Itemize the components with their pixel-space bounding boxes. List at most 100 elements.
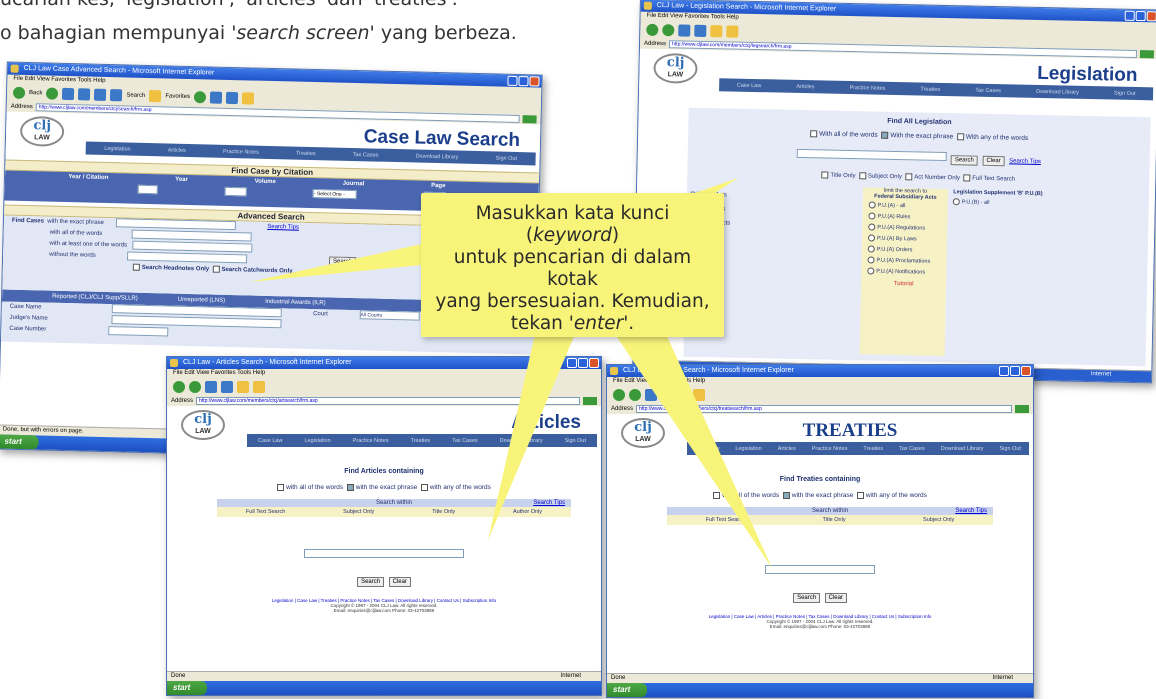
full-text-checkbox[interactable] xyxy=(963,174,971,182)
articles-search-input[interactable] xyxy=(304,549,464,559)
articles-clear-button[interactable]: Clear xyxy=(388,577,411,588)
case-search-button[interactable]: Search xyxy=(328,256,357,268)
search-within-option[interactable]: Author Only xyxy=(513,509,542,515)
radio-icon[interactable] xyxy=(867,267,875,275)
legislation-search-input[interactable] xyxy=(796,149,947,162)
folder-icon[interactable] xyxy=(241,92,255,105)
minimize-button[interactable] xyxy=(507,75,518,86)
case-number-input[interactable] xyxy=(108,326,169,337)
reported-option[interactable]: Reported (CLJ/CLJ Supp/SLLR) xyxy=(52,294,138,302)
treaties-clear-button[interactable]: Clear xyxy=(824,593,847,604)
mail-icon[interactable] xyxy=(209,91,223,104)
search-within-option[interactable]: Full Text Search xyxy=(246,509,285,515)
opt-any-checkbox[interactable] xyxy=(420,484,428,491)
subject-only-checkbox[interactable] xyxy=(858,172,866,180)
nav-link[interactable]: Case Law xyxy=(258,438,282,444)
headnotes-checkbox[interactable] xyxy=(132,263,140,271)
search-within-option[interactable]: Title Only xyxy=(823,517,846,523)
folder-icon[interactable] xyxy=(693,389,705,401)
maximize-button[interactable] xyxy=(1010,366,1020,376)
nav-link[interactable]: Sign Out xyxy=(496,155,518,162)
treaties-search-button[interactable]: Search xyxy=(793,593,821,604)
nav-link[interactable]: Tax Cases xyxy=(353,151,379,158)
at-least-one-input[interactable] xyxy=(132,240,253,253)
nav-link[interactable]: Sign Out xyxy=(565,438,586,444)
go-button[interactable] xyxy=(1015,405,1029,413)
folder-icon[interactable] xyxy=(253,381,265,393)
back-icon[interactable] xyxy=(173,381,185,393)
nav-link[interactable]: Treaties xyxy=(920,86,940,92)
opt-any-checkbox[interactable] xyxy=(856,492,864,499)
nav-link[interactable]: Download Library xyxy=(1036,88,1079,95)
nav-link[interactable]: Practice Notes xyxy=(353,438,389,444)
nav-link[interactable]: Legislation xyxy=(104,145,130,152)
nav-link[interactable]: Tax Cases xyxy=(975,87,1001,94)
nav-link[interactable]: Tax Cases xyxy=(899,446,925,452)
media-icon[interactable] xyxy=(193,91,207,104)
journal-select[interactable]: - Select One - xyxy=(312,189,358,200)
legislation-search-button[interactable]: Search xyxy=(950,155,979,166)
start-button[interactable]: start xyxy=(167,681,207,695)
radio-icon[interactable] xyxy=(868,212,876,220)
forward-icon[interactable] xyxy=(629,389,641,401)
act-number-checkbox[interactable] xyxy=(905,173,913,181)
catchwords-checkbox[interactable] xyxy=(212,265,220,273)
year-input[interactable] xyxy=(137,184,159,195)
opt-all-checkbox[interactable] xyxy=(277,484,285,491)
treaties-address-input[interactable]: http://www.cljlaw.com/members/ctcj/treat… xyxy=(636,405,1012,413)
nav-link[interactable]: Treaties xyxy=(410,438,430,444)
radio-icon[interactable] xyxy=(867,245,875,253)
refresh-icon[interactable] xyxy=(661,389,673,401)
refresh-icon[interactable] xyxy=(221,381,233,393)
search-within-option[interactable]: Subject Only xyxy=(343,509,374,515)
close-button[interactable] xyxy=(1021,366,1031,376)
stop-icon[interactable] xyxy=(645,389,657,401)
nav-link[interactable]: Treaties xyxy=(863,446,883,452)
without-input[interactable] xyxy=(127,251,248,264)
folder-icon[interactable] xyxy=(726,25,739,38)
radio-icon[interactable] xyxy=(868,223,876,231)
minimize-button[interactable] xyxy=(1124,10,1135,21)
tutorial-link[interactable]: Tutorial xyxy=(861,280,946,288)
nav-link[interactable]: Articles xyxy=(796,83,814,89)
print-icon[interactable] xyxy=(225,91,239,105)
favorites-icon[interactable] xyxy=(677,389,689,401)
all-words-input[interactable] xyxy=(131,229,253,242)
nav-link[interactable]: Case Law xyxy=(737,82,762,89)
favorites-icon[interactable] xyxy=(710,25,723,38)
articles-search-button[interactable]: Search xyxy=(357,577,385,588)
forward-icon[interactable] xyxy=(189,381,201,393)
nav-link[interactable]: Download Library xyxy=(416,153,459,160)
opt-all-checkbox[interactable] xyxy=(713,492,721,499)
nav-link[interactable]: Legislation xyxy=(304,438,330,444)
favorites-icon[interactable] xyxy=(149,90,162,103)
opt-exact-checkbox[interactable] xyxy=(782,492,790,499)
treaties-menubar[interactable]: File Edit View Favorites Tools Help xyxy=(607,377,1033,386)
nav-link[interactable]: Articles xyxy=(168,147,186,153)
nav-link[interactable]: Download Library xyxy=(941,446,984,452)
treaties-search-tips-link[interactable]: Search Tips xyxy=(955,507,987,515)
forward-icon[interactable] xyxy=(662,24,675,37)
stop-icon[interactable] xyxy=(205,381,217,393)
case-search-tips-link[interactable]: Search Tips xyxy=(267,224,299,231)
nav-link[interactable]: Articles xyxy=(778,446,796,452)
go-button[interactable] xyxy=(1139,50,1155,59)
title-only-checkbox[interactable] xyxy=(821,171,829,179)
opt-exact-checkbox[interactable] xyxy=(346,484,354,491)
search-icon[interactable] xyxy=(110,89,123,102)
nav-link[interactable]: Practice Notes xyxy=(849,85,885,92)
start-button[interactable]: start xyxy=(0,434,39,450)
close-button[interactable] xyxy=(1146,11,1156,22)
nav-link[interactable]: Legislation xyxy=(735,446,761,452)
close-button[interactable] xyxy=(589,358,599,368)
radio-icon[interactable] xyxy=(867,256,875,264)
articles-menubar[interactable]: File Edit View Favorites Tools Help xyxy=(167,369,601,378)
back-icon[interactable] xyxy=(646,23,659,36)
minimize-button[interactable] xyxy=(567,358,577,368)
articles-search-tips-link[interactable]: Search Tips xyxy=(533,499,565,507)
go-button[interactable] xyxy=(522,115,537,124)
minimize-button[interactable] xyxy=(999,366,1009,376)
pub-radio[interactable] xyxy=(952,198,960,206)
forward-icon[interactable] xyxy=(46,87,59,100)
nav-link[interactable]: Sign Out xyxy=(1000,446,1021,452)
